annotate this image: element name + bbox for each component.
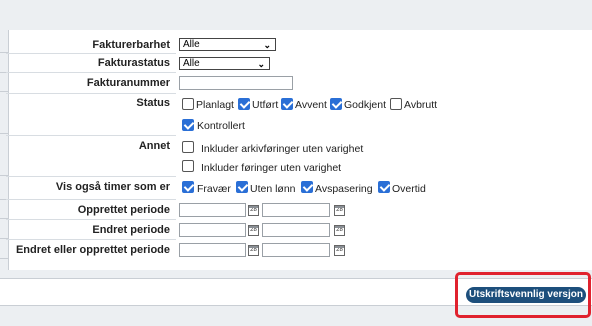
vis-overtid-checkbox[interactable]: [378, 181, 390, 193]
status-kontrollert-checkbox[interactable]: [182, 119, 194, 131]
opprettet-from-input[interactable]: [179, 203, 246, 217]
fakturastatus-select[interactable]: Alle ⌄: [179, 57, 270, 70]
status-godkjent-checkbox[interactable]: [330, 98, 342, 110]
fakturastatus-label: Fakturastatus: [97, 57, 170, 69]
fakturanummer-label: Fakturanummer: [86, 77, 170, 89]
endret-eller-opprettet-from-input[interactable]: [179, 243, 246, 257]
annet-option-label: Inkluder føringer uten varighet: [201, 162, 342, 174]
row-separator: [6, 176, 176, 177]
fakturerbarhet-select[interactable]: Alle ⌄: [179, 38, 276, 51]
calendar-icon[interactable]: 28: [334, 245, 345, 256]
vis-timer-option-label: Fravær: [197, 183, 231, 195]
status-option-label: Godkjent: [344, 99, 387, 111]
status-label: Status: [136, 97, 170, 109]
endret-eller-opprettet-to-input[interactable]: [262, 243, 330, 257]
annet-label: Annet: [138, 140, 170, 152]
calendar-icon[interactable]: 28: [248, 225, 259, 236]
vis-timer-label: Vis også timer som er: [55, 181, 170, 193]
row-separator: [6, 72, 176, 73]
vis-timer-option-label: Overtid: [392, 183, 426, 195]
fakturerbarhet-value: Alle: [183, 39, 200, 50]
opprettet-periode-label: Opprettet periode: [77, 204, 170, 216]
calendar-icon[interactable]: 28: [334, 225, 345, 236]
endret-to-input[interactable]: [262, 223, 330, 237]
row-separator: [6, 219, 176, 220]
vis-timer-option-label: Avspasering: [315, 183, 373, 195]
fakturastatus-value: Alle: [183, 58, 200, 69]
vis-uten-lonn-checkbox[interactable]: [236, 181, 248, 193]
status-avbrutt-checkbox[interactable]: [390, 98, 402, 110]
divider: [0, 133, 8, 134]
vis-timer-option-label: Uten lønn: [250, 183, 296, 195]
status-option-label: Kontrollert: [197, 120, 245, 132]
vis-fravaer-checkbox[interactable]: [182, 181, 194, 193]
status-option-label: Avbrutt: [404, 99, 438, 111]
divider: [0, 91, 8, 92]
fakturerbarhet-label: Fakturerbarhet: [92, 39, 170, 51]
endret-eller-opprettet-label: Endret eller opprettet periode: [15, 244, 170, 256]
status-option-label: Avvent: [295, 99, 327, 111]
status-avvent-checkbox[interactable]: [281, 98, 293, 110]
calendar-icon[interactable]: 28: [334, 205, 345, 216]
vis-avspasering-checkbox[interactable]: [301, 181, 313, 193]
row-separator: [6, 239, 176, 240]
status-utfort-checkbox[interactable]: [238, 98, 250, 110]
endret-from-input[interactable]: [179, 223, 246, 237]
annet-option-label: Inkluder arkivføringer uten varighet: [201, 143, 364, 155]
row-separator: [6, 53, 176, 54]
calendar-icon[interactable]: 28: [248, 245, 259, 256]
status-option-label: Utført: [252, 99, 279, 111]
row-separator: [6, 93, 176, 94]
annet-foringer-checkbox[interactable]: [182, 160, 194, 172]
opprettet-to-input[interactable]: [262, 203, 330, 217]
fakturanummer-input[interactable]: [179, 76, 293, 90]
endret-periode-label: Endret periode: [92, 224, 170, 236]
status-planlagt-checkbox[interactable]: [182, 98, 194, 110]
status-option-label: Planlagt: [196, 99, 234, 111]
highlight-box: [455, 272, 591, 318]
annet-arkiv-checkbox[interactable]: [182, 141, 194, 153]
calendar-icon[interactable]: 28: [248, 205, 259, 216]
chevron-down-icon: ⌄: [257, 59, 265, 69]
divider: [0, 258, 8, 259]
chevron-down-icon: ⌄: [263, 40, 271, 50]
row-separator: [6, 199, 176, 200]
row-separator: [6, 135, 176, 136]
